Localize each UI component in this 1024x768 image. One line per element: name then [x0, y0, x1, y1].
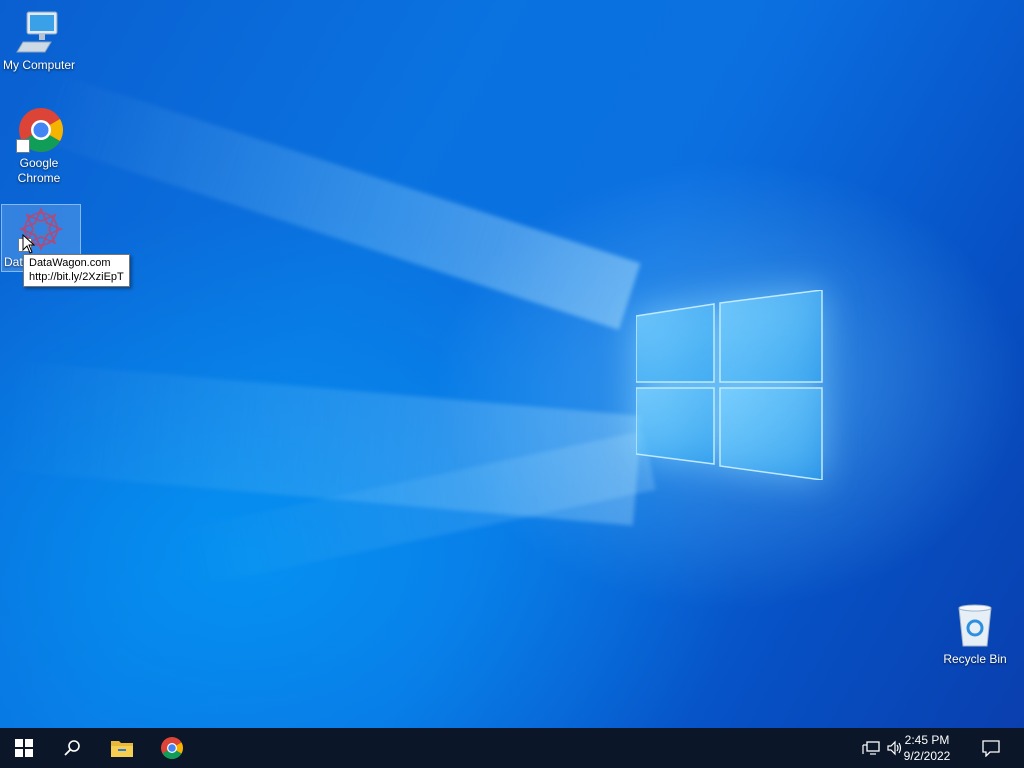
shortcut-tooltip: DataWagon.com http://bit.ly/2XziEpT: [23, 254, 130, 287]
file-explorer-icon: [111, 741, 133, 757]
windows-start-icon: [15, 739, 33, 757]
chrome-icon: [161, 737, 183, 759]
chrome-icon: [15, 106, 63, 154]
recycle-bin-icon: [951, 602, 999, 650]
desktop-background: My Computer Google Chrome Data Recycle B…: [0, 0, 1024, 728]
search-icon: [64, 740, 80, 756]
chrome-taskbar-button[interactable]: [148, 728, 196, 768]
shortcut-arrow-icon: [16, 139, 30, 153]
recycle-bin[interactable]: Recycle Bin: [936, 602, 1014, 667]
computer-icon: [15, 8, 63, 56]
action-center-icon: [982, 740, 1000, 757]
clock-time: 2:45 PM: [904, 733, 950, 747]
start-button[interactable]: [0, 728, 48, 768]
search-button[interactable]: [48, 728, 96, 768]
windows-logo-wallpaper: [636, 290, 823, 480]
system-clock[interactable]: 2:45 PM 9/2/2022: [892, 732, 962, 764]
tooltip-title: DataWagon.com: [29, 257, 111, 269]
tooltip-url: http://bit.ly/2XziEpT: [29, 271, 124, 283]
network-icon: [862, 741, 880, 755]
mouse-cursor-icon: [22, 234, 36, 254]
network-tray-button[interactable]: [858, 728, 884, 768]
clock-date: 9/2/2022: [903, 749, 951, 763]
my-computer-shortcut[interactable]: My Computer: [0, 8, 78, 73]
action-center-button[interactable]: [970, 728, 1012, 768]
desktop-icon-label: My Computer: [2, 58, 76, 72]
google-chrome-shortcut[interactable]: Google Chrome: [0, 106, 78, 186]
file-explorer-button[interactable]: [98, 728, 146, 768]
desktop-icon-label: Google Chrome: [17, 156, 61, 185]
desktop-icon-label: Recycle Bin: [943, 652, 1007, 666]
taskbar: 2:45 PM 9/2/2022: [0, 728, 1024, 768]
light-beam: [29, 71, 641, 330]
